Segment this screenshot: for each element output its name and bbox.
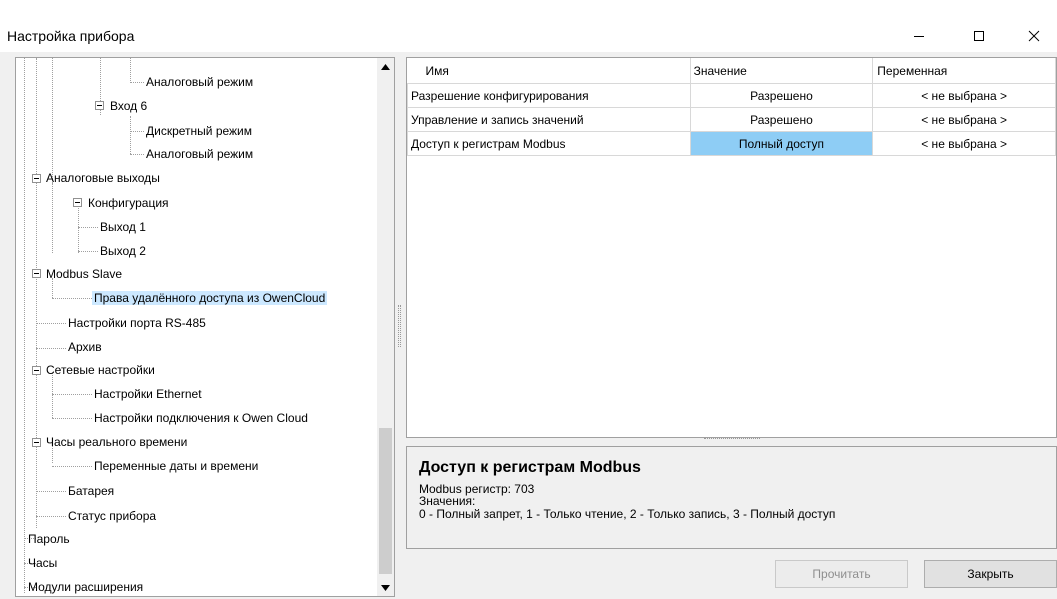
column-header-value[interactable]: Значение xyxy=(690,58,874,84)
collapse-icon[interactable] xyxy=(32,366,41,375)
close-icon xyxy=(1028,30,1040,42)
tree-line xyxy=(52,466,92,467)
tree-item[interactable]: Выход 2 xyxy=(98,240,148,262)
arrow-down-icon xyxy=(381,584,390,591)
tree-item[interactable]: Дискретный режим xyxy=(144,120,254,142)
scroll-thumb[interactable] xyxy=(379,428,392,574)
cell-variable[interactable]: < не выбрана > xyxy=(872,83,1056,108)
description-heading: Доступ к регистрам Modbus xyxy=(419,459,641,476)
tree-item[interactable]: Настройки Ethernet xyxy=(92,383,204,405)
column-header-variable[interactable]: Переменная xyxy=(872,58,1056,84)
tree-line xyxy=(52,298,92,299)
tree-item[interactable]: Модули расширения xyxy=(26,576,145,596)
tree-line xyxy=(36,58,37,528)
window-title: Настройка прибора xyxy=(7,28,135,44)
tree-line xyxy=(78,251,98,252)
tree-line xyxy=(36,323,66,324)
description-panel: Доступ к регистрам Modbus Modbus регистр… xyxy=(406,446,1057,549)
tree-line xyxy=(130,154,144,155)
table-row[interactable]: Управление и запись значений Разрешено <… xyxy=(407,107,1056,132)
maximize-button[interactable] xyxy=(956,20,1002,52)
collapse-icon[interactable] xyxy=(73,198,82,207)
tree-line xyxy=(36,348,66,349)
cell-variable[interactable]: < не выбрана > xyxy=(872,107,1056,132)
scroll-up-button[interactable] xyxy=(377,58,394,75)
tree-item[interactable]: Переменные даты и времени xyxy=(92,455,260,477)
minimize-icon xyxy=(914,36,924,37)
tree-line xyxy=(78,227,98,228)
tree-scrollbar[interactable] xyxy=(377,58,394,596)
tree-item[interactable]: Аналоговый режим xyxy=(144,143,255,165)
description-values-label: Значения: xyxy=(419,494,476,508)
tree-item[interactable]: Аналоговые выходы xyxy=(44,167,162,189)
cell-value-selected[interactable]: Полный доступ xyxy=(689,131,874,156)
tree-item[interactable]: Статус прибора xyxy=(66,505,158,527)
tree-line xyxy=(36,491,66,492)
tree-line xyxy=(52,58,53,183)
tree-line xyxy=(130,116,131,154)
tree-item[interactable]: Часы реального времени xyxy=(44,431,189,453)
tree-line xyxy=(130,131,144,132)
tree-line xyxy=(130,82,144,83)
tree-item-selected[interactable]: Права удалённого доступа из OwenCloud xyxy=(92,287,328,309)
cell-value[interactable]: Разрешено xyxy=(689,83,874,108)
tree-item[interactable]: Батарея xyxy=(66,480,116,502)
collapse-icon[interactable] xyxy=(32,174,41,183)
tree-line xyxy=(130,58,131,83)
tree-item[interactable]: Настройки подключения к Owen Cloud xyxy=(92,407,310,429)
tree-line xyxy=(52,418,92,419)
minimize-button[interactable] xyxy=(896,20,942,52)
tree-item[interactable]: Пароль xyxy=(26,528,72,550)
collapse-icon[interactable] xyxy=(95,101,104,110)
tree-item[interactable]: Часы xyxy=(26,552,59,574)
tree-item[interactable]: Modbus Slave xyxy=(44,263,124,285)
tree-item[interactable]: Выход 1 xyxy=(98,216,148,238)
vertical-splitter[interactable] xyxy=(398,305,401,347)
tree-line xyxy=(24,58,25,593)
tree-item[interactable]: Конфигурация xyxy=(86,192,171,214)
tree-item[interactable]: Аналоговый режим xyxy=(144,71,255,93)
device-tree[interactable]: Аналоговый режим Вход 6 Дискретный режим… xyxy=(15,57,395,597)
close-button[interactable] xyxy=(1011,20,1057,52)
tree-item[interactable]: Вход 6 xyxy=(108,95,149,117)
parameters-grid[interactable]: Имя Значение Переменная Разрешение конфи… xyxy=(406,57,1057,438)
cell-name[interactable]: Доступ к регистрам Modbus xyxy=(407,131,691,156)
title-bar: Настройка прибора xyxy=(0,0,1057,52)
tree-item[interactable]: Архив xyxy=(66,336,104,358)
tree-line xyxy=(78,208,79,253)
collapse-icon[interactable] xyxy=(32,269,41,278)
tree-item[interactable]: Настройки порта RS-485 xyxy=(66,312,208,334)
column-header-name[interactable]: Имя xyxy=(407,58,691,84)
cell-name[interactable]: Разрешение конфигурирования xyxy=(407,83,691,108)
maximize-icon xyxy=(974,31,984,41)
close-dialog-button[interactable]: Закрыть xyxy=(924,560,1057,588)
description-values: 0 - Полный запрет, 1 - Только чтение, 2 … xyxy=(419,507,836,521)
table-row[interactable]: Доступ к регистрам Modbus Полный доступ … xyxy=(407,131,1056,156)
cell-name[interactable]: Управление и запись значений xyxy=(407,107,691,132)
tree-line xyxy=(36,516,66,517)
horizontal-splitter[interactable] xyxy=(704,438,760,441)
tree-item[interactable]: Сетевые настройки xyxy=(44,359,157,381)
read-button[interactable]: Прочитать xyxy=(775,560,908,588)
tree-line xyxy=(52,183,53,253)
collapse-icon[interactable] xyxy=(32,438,41,447)
table-row[interactable]: Разрешение конфигурирования Разрешено < … xyxy=(407,83,1056,108)
cell-value[interactable]: Разрешено xyxy=(689,107,874,132)
scroll-down-button[interactable] xyxy=(377,579,394,596)
arrow-up-icon xyxy=(381,63,390,70)
tree-line xyxy=(52,394,92,395)
cell-variable[interactable]: < не выбрана > xyxy=(872,131,1056,156)
